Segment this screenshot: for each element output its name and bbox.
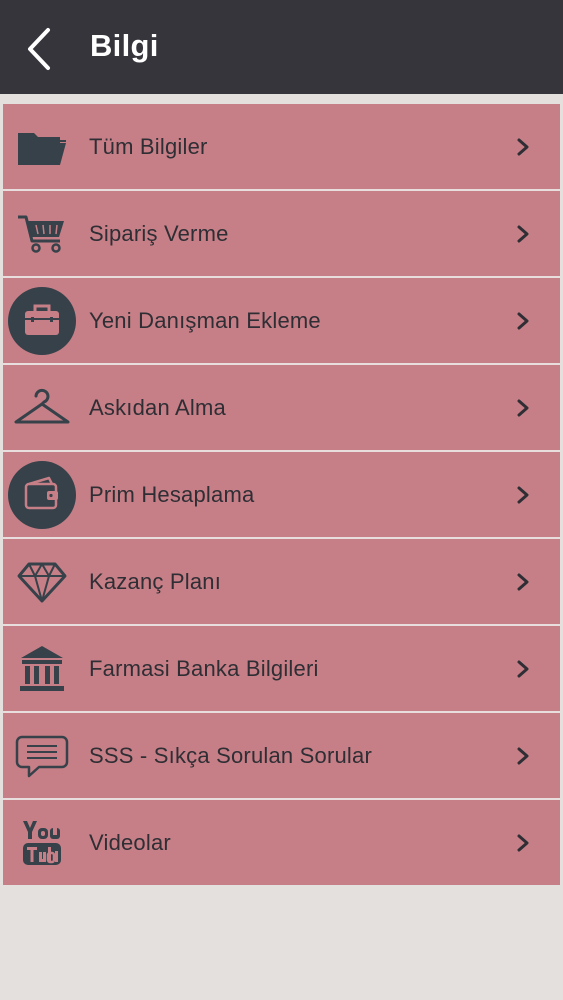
menu-item-label: Kazanç Planı bbox=[89, 568, 222, 594]
menu-item-label: Tüm Bilgiler bbox=[89, 133, 208, 159]
chevron-right-icon bbox=[517, 225, 529, 242]
folder-icon bbox=[7, 112, 77, 182]
hanger-icon bbox=[7, 373, 77, 443]
chevron-right-icon bbox=[517, 834, 529, 851]
chevron-right-icon bbox=[517, 660, 529, 677]
chevron-right-icon bbox=[517, 312, 529, 329]
menu-item-videolar[interactable]: Videolar bbox=[3, 800, 560, 885]
menu-list: Tüm Bilgiler Sipariş Verme Yeni Danışman… bbox=[3, 104, 560, 885]
menu-item-label: Videolar bbox=[89, 829, 171, 855]
menu-item-banka-bilgileri[interactable]: Farmasi Banka Bilgileri bbox=[3, 626, 560, 713]
cart-icon bbox=[7, 199, 77, 269]
menu-item-label: Prim Hesaplama bbox=[89, 481, 255, 507]
diamond-icon bbox=[7, 547, 77, 617]
menu-item-label: Farmasi Banka Bilgileri bbox=[89, 655, 319, 681]
menu-item-prim-hesaplama[interactable]: Prim Hesaplama bbox=[3, 452, 560, 539]
youtube-icon bbox=[7, 808, 77, 878]
briefcase-icon bbox=[7, 286, 77, 356]
menu-item-label: Askıdan Alma bbox=[89, 394, 226, 420]
bank-icon bbox=[7, 634, 77, 704]
chevron-right-icon bbox=[517, 486, 529, 503]
menu-item-yeni-danisman-ekleme[interactable]: Yeni Danışman Ekleme bbox=[3, 278, 560, 365]
back-arrow-icon[interactable] bbox=[22, 26, 56, 72]
page-title: Bilgi bbox=[90, 28, 159, 63]
menu-item-label: Sipariş Verme bbox=[89, 220, 229, 246]
chevron-right-icon bbox=[517, 399, 529, 416]
menu-item-label: Yeni Danışman Ekleme bbox=[89, 307, 321, 333]
app-header: Bilgi bbox=[0, 0, 563, 94]
menu-item-siparis-verme[interactable]: Sipariş Verme bbox=[3, 191, 560, 278]
menu-item-label: SSS - Sıkça Sorulan Sorular bbox=[89, 742, 372, 768]
chevron-right-icon bbox=[517, 138, 529, 155]
wallet-icon bbox=[7, 460, 77, 530]
menu-item-kazanc-plani[interactable]: Kazanç Planı bbox=[3, 539, 560, 626]
chevron-right-icon bbox=[517, 573, 529, 590]
menu-item-askidan-alma[interactable]: Askıdan Alma bbox=[3, 365, 560, 452]
menu-item-tum-bilgiler[interactable]: Tüm Bilgiler bbox=[3, 104, 560, 191]
chat-icon bbox=[7, 721, 77, 791]
chevron-right-icon bbox=[517, 747, 529, 764]
menu-item-sss[interactable]: SSS - Sıkça Sorulan Sorular bbox=[3, 713, 560, 800]
